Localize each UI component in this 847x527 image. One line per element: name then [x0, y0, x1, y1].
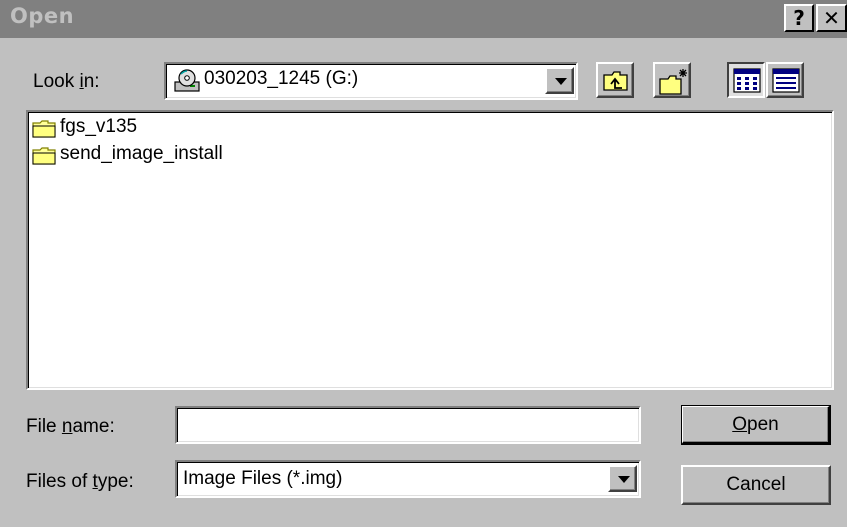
folder-icon — [32, 147, 56, 165]
details-view-button[interactable] — [766, 62, 804, 98]
details-view-icon — [772, 68, 800, 93]
file-name: fgs_v135 — [60, 116, 138, 137]
look-in-value: 030203_1245 (G:) — [204, 68, 359, 89]
look-in-combo[interactable]: 030203_1245 (G:) — [164, 62, 578, 100]
open-button[interactable]: Open — [681, 405, 831, 445]
file-type-combo[interactable]: Image Files (*.img) — [175, 460, 641, 498]
look-in-dropdown-button[interactable] — [545, 67, 574, 94]
file-name-label: File name: — [26, 416, 115, 437]
cd-drive-icon — [174, 69, 200, 92]
file-name: send_image_install — [60, 143, 223, 164]
title-bar[interactable]: Open ? ✕ — [0, 0, 847, 38]
look-in-label: Look in: — [33, 71, 100, 92]
new-folder-icon — [659, 69, 687, 95]
file-type-dropdown-button[interactable] — [608, 465, 637, 492]
create-new-folder-button[interactable] — [653, 62, 691, 98]
close-button[interactable]: ✕ — [816, 4, 847, 32]
file-type-value: Image Files (*.img) — [183, 468, 343, 489]
file-name-field[interactable] — [175, 406, 641, 444]
up-one-level-button[interactable] — [596, 62, 634, 98]
cancel-button[interactable]: Cancel — [681, 465, 831, 505]
list-view-button[interactable] — [727, 62, 765, 98]
list-view-icon — [733, 68, 761, 93]
up-folder-icon — [603, 71, 628, 91]
file-type-label: Files of type: — [26, 471, 134, 492]
close-icon: ✕ — [823, 6, 840, 30]
chevron-down-icon — [555, 78, 567, 85]
file-list[interactable]: fgs_v135 send_image_install — [26, 110, 834, 390]
chevron-down-icon — [618, 476, 630, 483]
folder-icon — [32, 120, 56, 138]
window-title: Open — [10, 4, 75, 28]
help-button[interactable]: ? — [784, 4, 814, 32]
help-icon: ? — [793, 6, 805, 30]
